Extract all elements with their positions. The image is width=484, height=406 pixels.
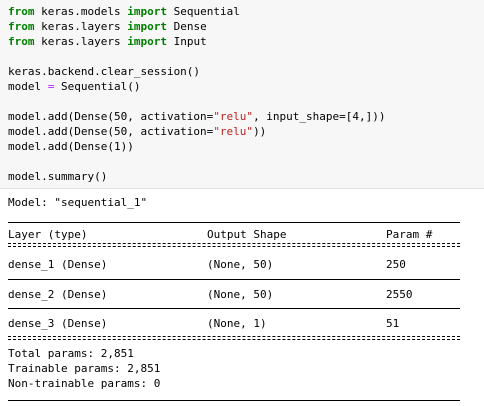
row-layer: dense_3 (Dense) <box>8 317 108 330</box>
keyword-from: from <box>8 20 35 33</box>
import-name: Sequential <box>166 5 240 18</box>
add-call: model.add(Dense(50, activation= <box>8 110 214 123</box>
keyword-import: import <box>127 35 167 48</box>
module-name: keras.layers <box>34 20 128 33</box>
row-param-count: 2550 <box>386 288 413 301</box>
import-name: Dense <box>166 20 207 33</box>
code-line-summary: model.summary() <box>8 170 108 183</box>
row-layer: dense_1 (Dense) <box>8 258 108 271</box>
row-layer: dense_2 (Dense) <box>8 288 108 301</box>
header-output-shape: Output Shape <box>207 228 287 241</box>
code-line-add-dense-3: model.add(Dense(1)) <box>8 140 134 153</box>
string-relu: "relu" <box>213 110 254 123</box>
keyword-import: import <box>127 20 167 33</box>
rule-top <box>8 222 460 223</box>
code-line-import-input: from keras.layers import Input <box>8 34 207 49</box>
module-name: keras.layers <box>34 35 128 48</box>
rule-row-separator <box>8 308 460 309</box>
code-line-import-sequential: from keras.models import Sequential <box>8 4 240 19</box>
rule-row-separator <box>8 279 460 280</box>
non-trainable-params: Non-trainable params: 0 <box>8 377 161 390</box>
code-line-import-dense: from keras.layers import Dense <box>8 19 207 34</box>
string-relu: "relu" <box>213 125 254 138</box>
keyword-from: from <box>8 35 35 48</box>
add-call: model.add(Dense(50, activation= <box>8 125 214 138</box>
import-name: Input <box>166 35 207 48</box>
model-name-line: Model: "sequential_1" <box>8 196 148 209</box>
code-line-model-assign: model = Sequential() <box>8 79 140 94</box>
add-args: , input_shape=[4,])) <box>253 110 386 123</box>
header-param-count: Param # <box>386 228 433 241</box>
total-params: Total params: 2,851 <box>8 347 134 360</box>
header-layer: Layer (type) <box>8 228 88 241</box>
add-close: )) <box>253 125 267 138</box>
code-cell[interactable]: from keras.models import Sequential from… <box>0 0 484 189</box>
keyword-import: import <box>127 5 167 18</box>
code-line-add-dense-2: model.add(Dense(50, activation="relu")) <box>8 124 266 139</box>
row-param-count: 51 <box>386 317 400 330</box>
row-output-shape: (None, 50) <box>207 288 274 301</box>
code-line-add-dense-1: model.add(Dense(50, activation="relu", i… <box>8 109 386 124</box>
rule-header-separator <box>8 243 460 247</box>
row-param-count: 250 <box>386 258 406 271</box>
rule-bottom <box>8 400 460 401</box>
rule-footer-separator <box>8 336 460 340</box>
keyword-from: from <box>8 5 35 18</box>
assign-lhs: model <box>8 80 48 93</box>
row-output-shape: (None, 50) <box>207 258 274 271</box>
module-name: keras.models <box>34 5 128 18</box>
trainable-params: Trainable params: 2,851 <box>8 362 161 375</box>
assign-rhs: Sequential() <box>54 80 141 93</box>
code-line-clear-session: keras.backend.clear_session() <box>8 65 201 78</box>
row-output-shape: (None, 1) <box>207 317 267 330</box>
